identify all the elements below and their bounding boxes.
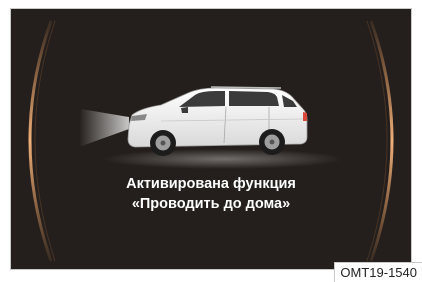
function-activated-message: Активирована функция «Проводить до дома» bbox=[11, 174, 411, 214]
right-bezel-arc bbox=[369, 20, 394, 262]
bezel-glow-arcs bbox=[28, 20, 394, 262]
figure-code-label: OMT19-1540 bbox=[334, 262, 422, 282]
left-bezel-arc bbox=[28, 20, 53, 262]
display-frame: Активирована функция «Проводить до дома» bbox=[10, 8, 412, 270]
instrument-screen: Активирована функция «Проводить до дома» bbox=[11, 9, 411, 269]
headlight-beam-icon bbox=[79, 109, 129, 147]
message-line-1: Активирована функция bbox=[126, 176, 296, 192]
message-line-2: «Проводить до дома» bbox=[131, 196, 291, 212]
suv-side-view-icon bbox=[127, 86, 308, 156]
